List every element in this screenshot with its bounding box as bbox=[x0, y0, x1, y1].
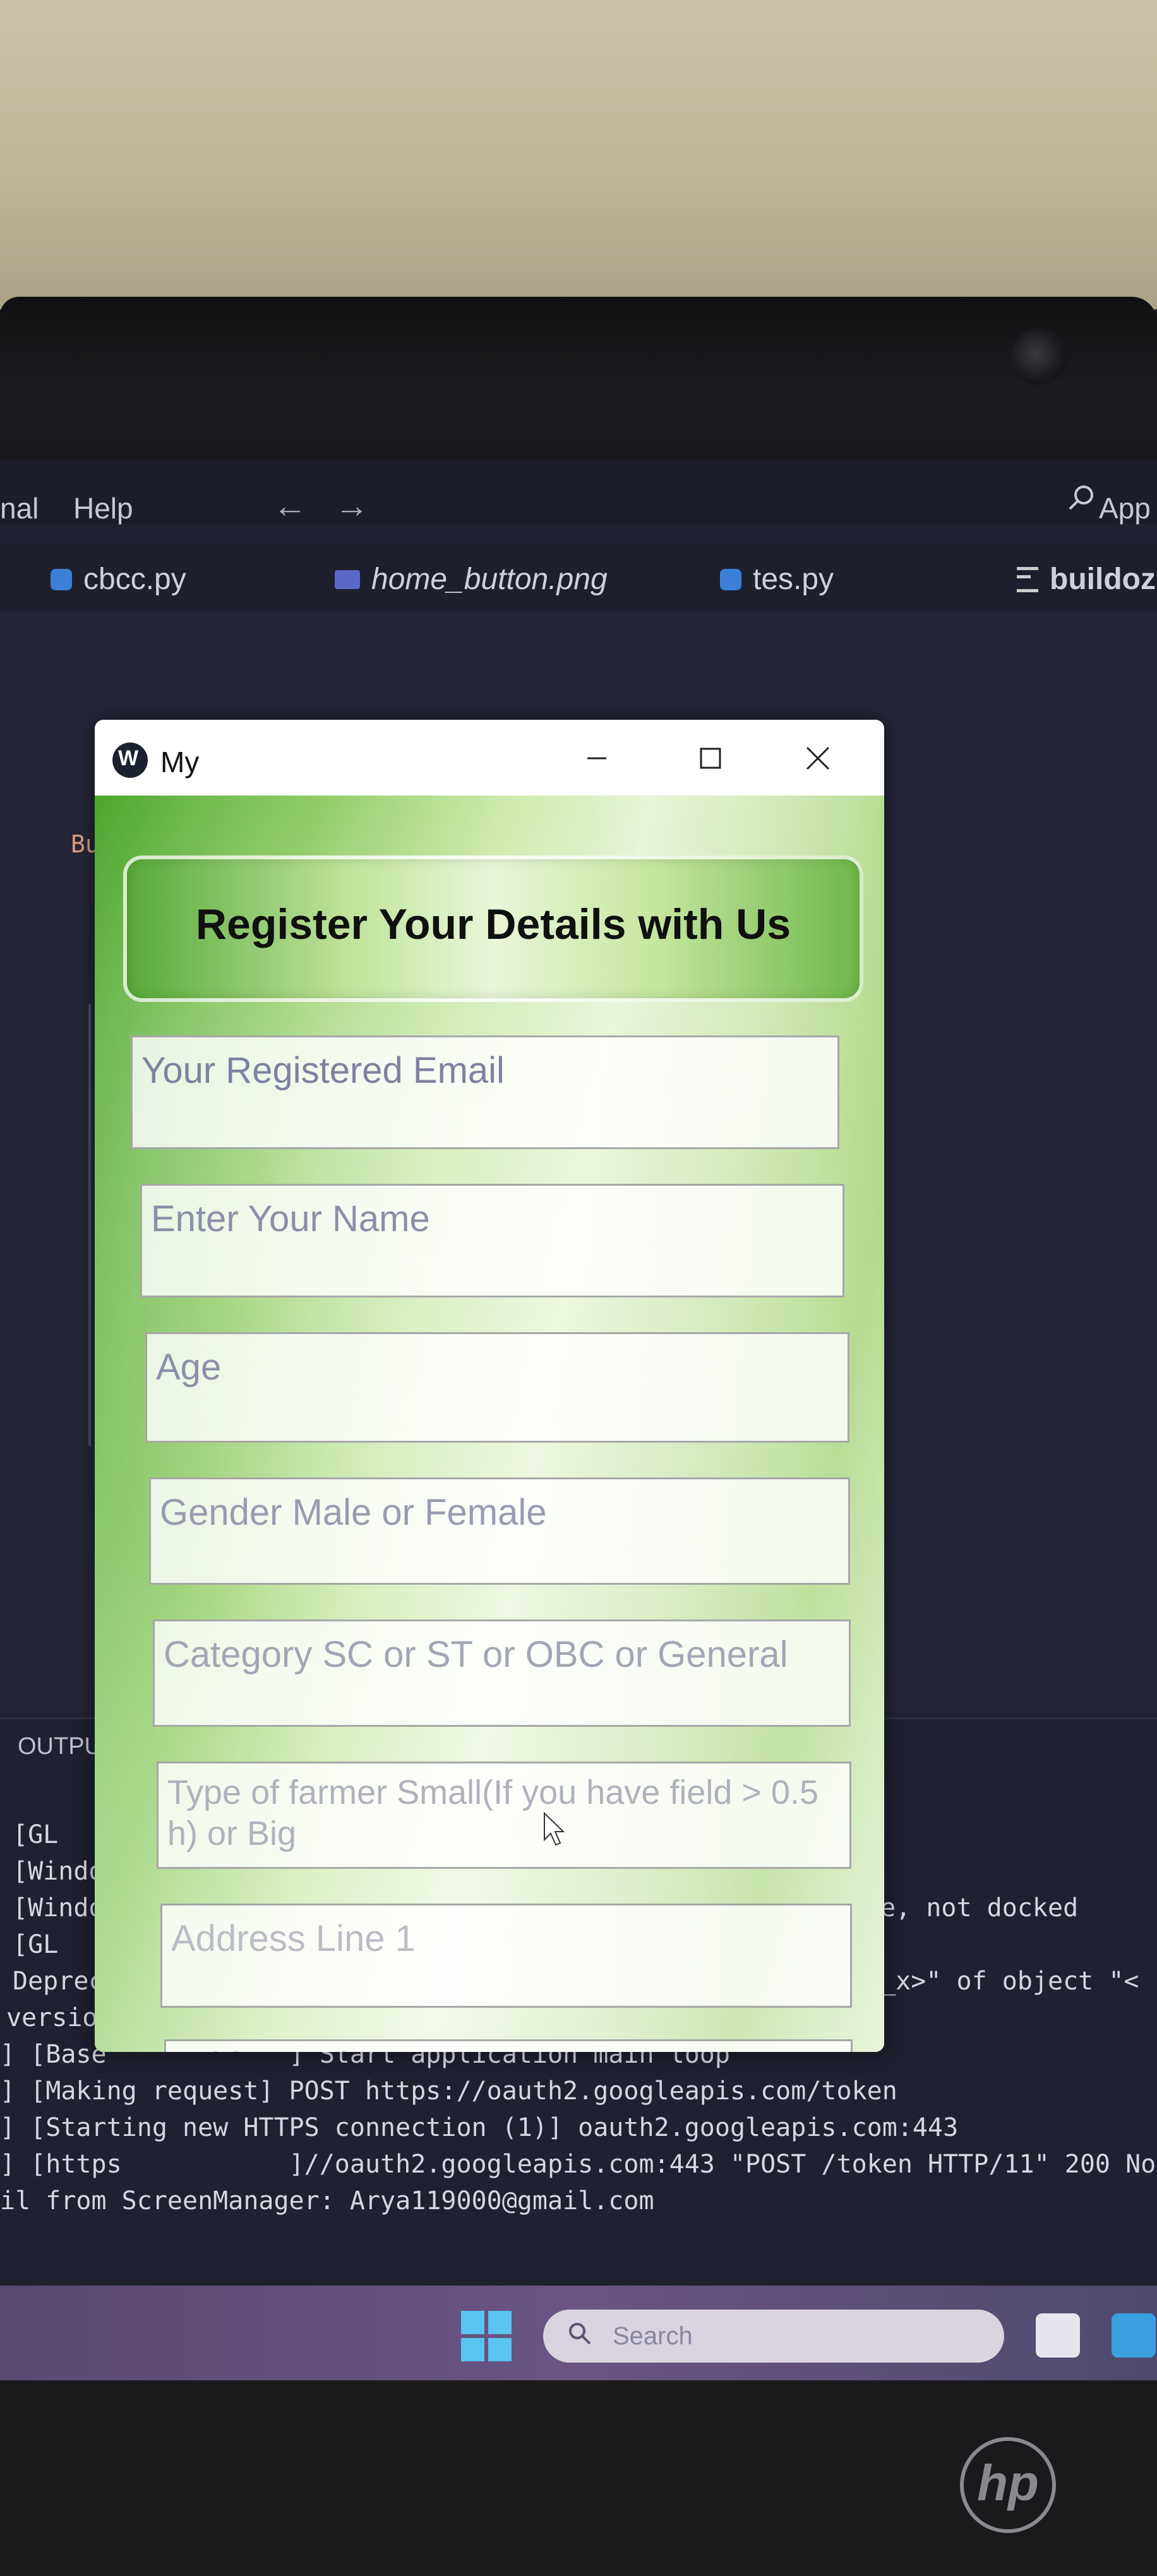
window-titlebar[interactable]: My bbox=[95, 720, 884, 796]
tab-cbcc[interactable]: cbcc.py bbox=[51, 562, 186, 597]
address-line-2-placeholder: Address Line 2 bbox=[175, 2044, 842, 2052]
app-window: My Register Your Details with Us Your Re… bbox=[95, 720, 884, 2052]
registration-screen: Register Your Details with Us Your Regis… bbox=[95, 796, 884, 2052]
editor-tabs: cbcc.py home_button.png tes.py buildoz bbox=[0, 543, 1157, 612]
gender-field[interactable]: Gender Male or Female bbox=[149, 1477, 850, 1585]
category-field[interactable]: Category SC or ST or OBC or General bbox=[153, 1619, 851, 1727]
category-placeholder: Category SC or ST or OBC or General bbox=[164, 1634, 788, 1675]
tab-home-button[interactable]: home_button.png bbox=[335, 562, 608, 597]
python-file-icon bbox=[51, 568, 72, 590]
maximize-icon[interactable] bbox=[682, 736, 739, 780]
close-icon[interactable] bbox=[789, 736, 846, 780]
image-file-icon bbox=[335, 569, 360, 589]
address-line-2-field[interactable]: Address Line 2 bbox=[164, 2039, 853, 2052]
windows-start-icon[interactable] bbox=[461, 2311, 512, 2361]
address-line-1-field[interactable]: Address Line 1 bbox=[160, 1904, 852, 2008]
tab-buildozer[interactable]: buildoz bbox=[1017, 562, 1156, 597]
python-file-icon bbox=[720, 568, 741, 590]
age-placeholder: Age bbox=[156, 1347, 222, 1388]
hp-logo-text: hp bbox=[977, 2455, 1039, 2511]
text-file-icon bbox=[1017, 566, 1038, 592]
taskbar-app-icon[interactable] bbox=[1112, 2313, 1156, 2358]
hp-logo: hp bbox=[960, 2437, 1056, 2533]
command-search[interactable]: App bbox=[1099, 491, 1151, 525]
mouse-cursor-icon bbox=[544, 1812, 565, 1846]
tab-label: cbcc.py bbox=[83, 563, 186, 596]
output-line: il from ScreenManager: Arya119000@gmail.… bbox=[0, 2186, 654, 2215]
windows-taskbar: Search bbox=[0, 2286, 1157, 2380]
page-title: Register Your Details with Us bbox=[195, 900, 791, 948]
taskbar-app-icon[interactable] bbox=[1036, 2313, 1080, 2358]
output-line: [GL bbox=[13, 1820, 59, 1849]
back-arrow-icon[interactable]: ← bbox=[273, 486, 307, 525]
indent-guide bbox=[88, 1004, 91, 1446]
forward-arrow-icon[interactable]: → bbox=[335, 486, 369, 525]
register-banner: Register Your Details with Us bbox=[123, 856, 863, 1002]
output-line: ] [Making request] POST https://oauth2.g… bbox=[0, 2077, 897, 2106]
tab-label: buildoz bbox=[1050, 563, 1156, 596]
kivy-logo-icon bbox=[112, 742, 148, 778]
name-field[interactable]: Enter Your Name bbox=[140, 1184, 844, 1297]
taskbar-search[interactable]: Search bbox=[543, 2310, 1004, 2363]
search-icon[interactable] bbox=[1067, 484, 1095, 511]
search-placeholder: Search bbox=[613, 2322, 693, 2350]
minimize-icon[interactable] bbox=[568, 736, 625, 780]
age-field[interactable]: Age bbox=[145, 1332, 849, 1443]
output-line: [GL bbox=[13, 1930, 59, 1959]
webcam bbox=[1010, 328, 1067, 385]
output-line: ] [Starting new HTTPS connection (1)] oa… bbox=[0, 2113, 959, 2142]
output-line-fragment: de, not docked bbox=[865, 1893, 1079, 1923]
tab-label: tes.py bbox=[753, 563, 834, 596]
search-icon bbox=[569, 2323, 591, 2345]
name-placeholder: Enter Your Name bbox=[151, 1198, 430, 1239]
window-title: My bbox=[160, 746, 200, 778]
farmer-type-placeholder: Type of farmer Small(If you have field >… bbox=[167, 1774, 818, 1852]
tab-tes[interactable]: tes.py bbox=[720, 562, 834, 597]
farmer-type-field[interactable]: Type of farmer Small(If you have field >… bbox=[157, 1762, 851, 1869]
menu-help[interactable]: Help bbox=[73, 491, 133, 525]
menu-terminal[interactable]: nal bbox=[0, 491, 39, 525]
email-placeholder: Your Registered Email bbox=[141, 1050, 505, 1091]
wall-background bbox=[0, 0, 1157, 309]
output-line-fragment: g_x>" of object "< bbox=[865, 1967, 1139, 1996]
ide-menubar: nal Help ← → App bbox=[0, 461, 1157, 525]
laptop-bezel bbox=[0, 297, 1157, 641]
address-line-1-placeholder: Address Line 1 bbox=[171, 1918, 416, 1959]
output-line: ] [https ]//oauth2.googleapis.com:443 "P… bbox=[0, 2150, 1156, 2179]
email-field[interactable]: Your Registered Email bbox=[131, 1035, 839, 1149]
tab-label: home_button.png bbox=[371, 563, 608, 596]
gender-placeholder: Gender Male or Female bbox=[160, 1492, 547, 1533]
